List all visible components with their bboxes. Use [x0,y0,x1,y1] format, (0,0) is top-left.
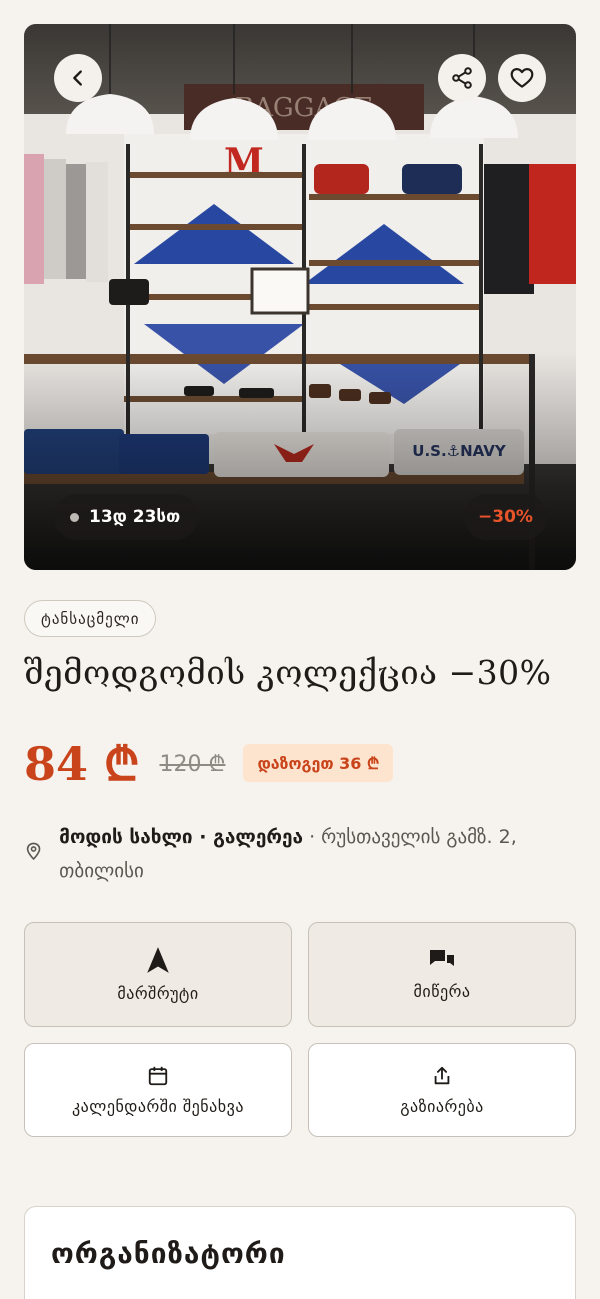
countdown-text: 13დ 23სთ [89,507,181,527]
countdown-badge: 13დ 23სთ [54,494,199,540]
location[interactable]: მოდის სახლი · გალერეა · რუსთაველის გამზ.… [24,820,584,888]
venue-name: მოდის სახლი · გალერეა [59,826,304,848]
share-icon [452,67,472,89]
store-interior-image: BAGGAGE M [24,24,576,570]
share-action-button[interactable]: გაზიარება [308,1043,576,1137]
status-dot-icon [70,512,79,522]
action-grid: მარშრუტი მიწერა კალენდარში შენახვა გაზია… [24,922,576,1137]
pin-icon [26,842,41,861]
chat-icon [430,950,454,966]
discount-badge: −30% [464,494,547,540]
current-price: 84 ₾ [24,737,140,791]
page-title: შემოდგომის კოლექცია −30% [24,653,552,692]
organizer-card: ორგანიზატორი [24,1206,576,1299]
hero-image: BAGGAGE M [24,24,576,570]
message-button[interactable]: მიწერა [308,922,576,1027]
navigation-icon [147,947,169,973]
favorite-button[interactable] [498,54,546,102]
location-text: მოდის სახლი · გალერეა · რუსთაველის გამზ.… [59,820,584,888]
share-label: გაზიარება [400,1096,484,1116]
calendar-icon [148,1066,168,1085]
back-icon [73,70,82,86]
route-button[interactable]: მარშრუტი [24,922,292,1027]
calendar-button[interactable]: კალენდარში შენახვა [24,1043,292,1137]
upload-icon [434,1066,450,1084]
category-tag[interactable]: ტანსაცმელი [24,600,157,637]
heart-icon [510,68,534,88]
back-button[interactable] [54,54,102,102]
savings-badge: დაზოგეთ 36 ₾ [243,744,394,782]
share-button[interactable] [438,54,486,102]
organizer-title: ორგანიზატორი [51,1237,286,1270]
route-label: მარშრუტი [117,984,199,1003]
calendar-label: კალენდარში შენახვა [72,1096,244,1116]
old-price: 120 ₾ [159,752,226,777]
price-row: 84 ₾ 120 ₾ დაზოგეთ 36 ₾ [24,728,394,798]
message-label: მიწერა [413,982,471,1001]
